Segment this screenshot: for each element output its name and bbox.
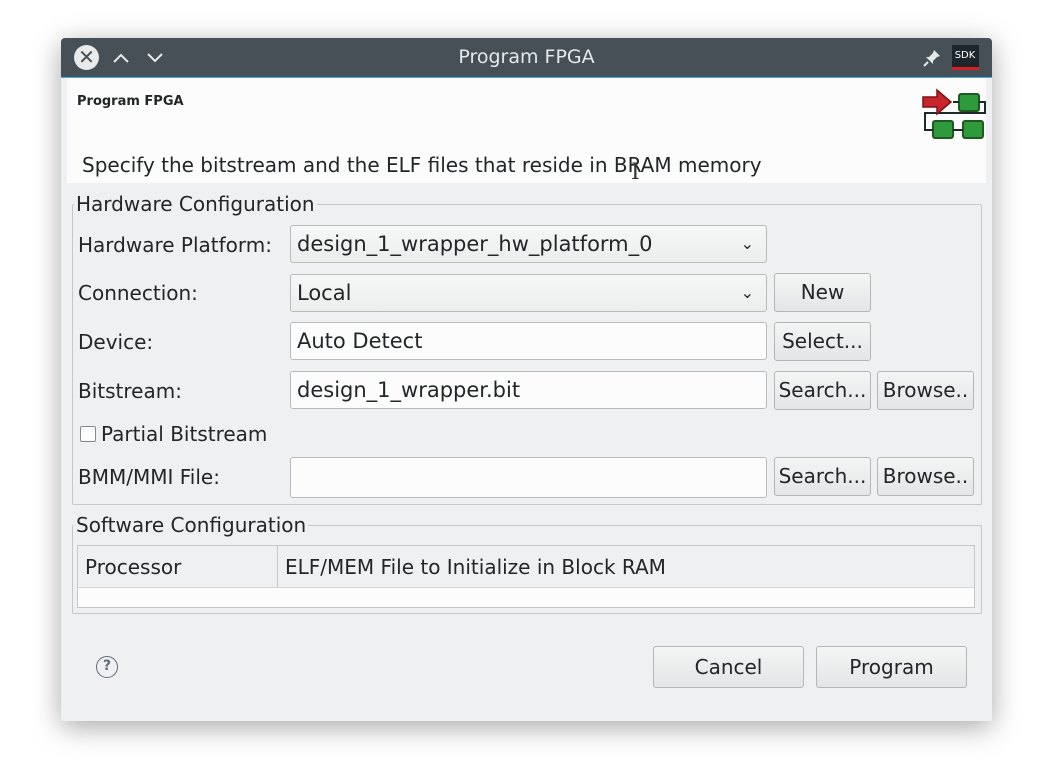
connection-value: Local [297,281,352,305]
hardware-platform-value: design_1_wrapper_hw_platform_0 [297,232,653,256]
hardware-platform-label: Hardware Platform: [78,233,273,257]
bitstream-label: Bitstream: [78,379,182,403]
device-field[interactable]: Auto Detect [290,322,767,360]
app-menu-button[interactable]: SDK [951,38,979,77]
pin-icon [923,49,940,67]
hardware-platform-combo[interactable]: design_1_wrapper_hw_platform_0 ⌄ [290,225,767,263]
connection-label: Connection: [78,281,198,305]
program-button[interactable]: Program [816,646,967,688]
device-label: Device: [78,330,154,354]
partial-bitstream-checkbox[interactable] [80,426,96,442]
bmm-mmi-file-field[interactable] [290,457,767,498]
header-description: Specify the bitstream and the ELF files … [82,153,762,177]
bmm-mmi-file-label: BMM/MMI File: [78,465,220,489]
connection-combo[interactable]: Local ⌄ [290,274,767,312]
new-connection-button[interactable]: New [774,273,871,312]
chevron-down-icon: ⌄ [740,283,754,302]
program-fpga-dialog: ✕ Program FPGA SDK Program FPGA Specify … [61,38,992,721]
bmm-browse-button[interactable]: Browse.. [877,457,974,496]
text-cursor-icon: I [631,160,640,185]
column-header-processor[interactable]: Processor [78,546,278,588]
bitstream-browse-button[interactable]: Browse.. [877,371,974,410]
bitstream-field[interactable]: design_1_wrapper.bit [290,371,767,409]
elf-mapping-table[interactable]: Processor ELF/MEM File to Initialize in … [77,545,975,608]
help-icon[interactable]: ? [96,656,118,678]
titlebar: ✕ Program FPGA SDK [61,38,992,77]
cancel-button[interactable]: Cancel [653,646,804,688]
device-value: Auto Detect [297,329,423,353]
sdk-badge: SDK [951,45,979,70]
hardware-configuration-title: Hardware Configuration [74,191,317,217]
select-device-button[interactable]: Select... [774,322,871,361]
header-title: Program FPGA [77,94,184,109]
window-title: Program FPGA [458,46,595,68]
program-fpga-logo-icon [922,88,986,139]
pin-button[interactable] [919,38,945,77]
bitstream-value: design_1_wrapper.bit [297,378,521,402]
partial-bitstream-label[interactable]: Partial Bitstream [101,421,267,447]
software-configuration-title: Software Configuration [74,512,309,538]
wizard-header: Program FPGA Specify the bitstream and t… [67,78,986,183]
bitstream-search-button[interactable]: Search... [774,371,871,410]
chevron-down-icon: ⌄ [740,234,754,253]
bmm-search-button[interactable]: Search... [774,457,871,496]
column-header-elf-file[interactable]: ELF/MEM File to Initialize in Block RAM [278,546,974,588]
